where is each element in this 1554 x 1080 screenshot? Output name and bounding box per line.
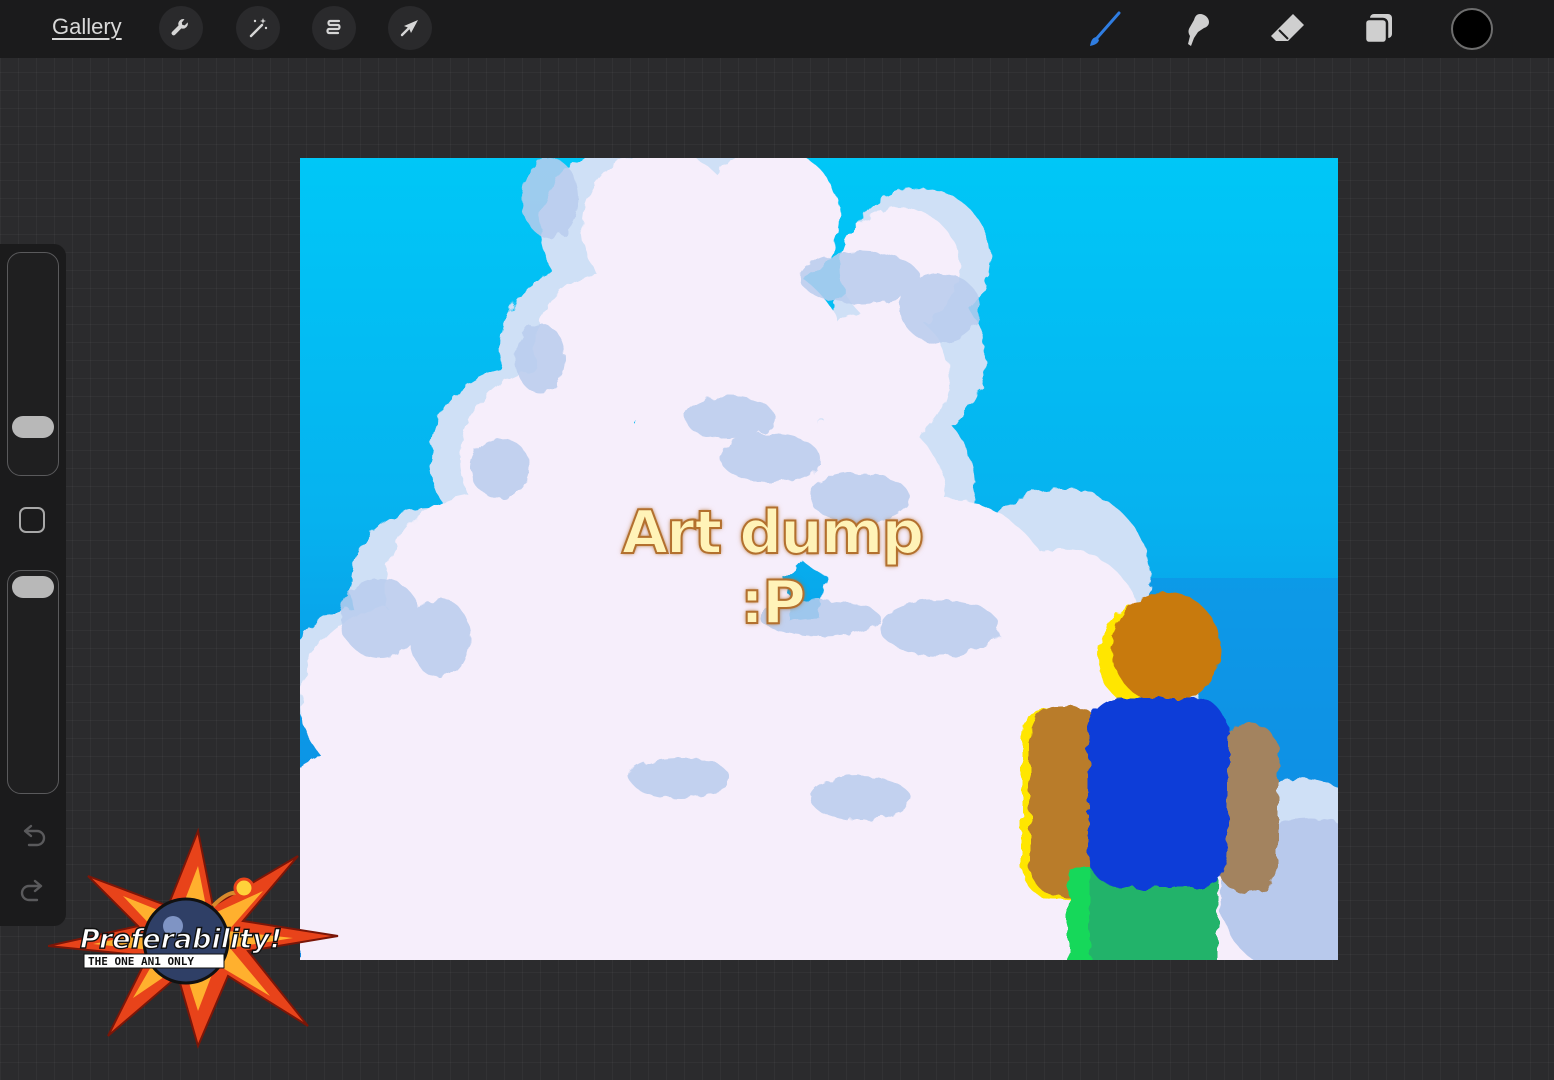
- wrench-icon: [171, 19, 188, 36]
- transform-arrow-icon: [400, 20, 418, 37]
- eraser-icon: [1271, 14, 1304, 41]
- watermark-tagline: THE ONE AN1 ONLY: [88, 955, 194, 968]
- eraser-tool-button[interactable]: [1267, 8, 1309, 50]
- brush-size-slider[interactable]: [7, 252, 59, 476]
- opacity-slider[interactable]: [7, 570, 59, 794]
- transform-button[interactable]: [388, 6, 432, 50]
- gallery-button[interactable]: Gallery: [52, 14, 122, 40]
- selection-icon: [326, 19, 341, 35]
- modify-button[interactable]: [19, 507, 45, 533]
- actions-button[interactable]: [159, 6, 203, 50]
- smudge-icon: [1188, 14, 1209, 46]
- undo-icon[interactable]: [17, 823, 49, 851]
- selection-button[interactable]: [312, 6, 356, 50]
- drawing-canvas[interactable]: Art dump :P: [300, 158, 1338, 960]
- left-sidebar: [0, 244, 66, 926]
- magic-wand-icon: [249, 18, 268, 38]
- explosion-logo: Preferability! THE ONE AN1 ONLY: [47, 827, 339, 1049]
- opacity-thumb[interactable]: [12, 576, 54, 598]
- brush-tool-button[interactable]: [1083, 8, 1125, 50]
- top-toolbar: Gallery: [0, 0, 1554, 58]
- redo-icon[interactable]: [17, 878, 49, 906]
- watermark-logo-text: Preferability!: [80, 924, 282, 955]
- layers-button[interactable]: [1359, 8, 1401, 50]
- brush-size-thumb[interactable]: [12, 416, 54, 438]
- color-picker-button[interactable]: [1451, 8, 1493, 50]
- adjustments-button[interactable]: [236, 6, 280, 50]
- layers-icon: [1363, 14, 1392, 45]
- canvas-title-text: Art dump :P: [621, 497, 926, 639]
- brush-icon: [1090, 11, 1121, 46]
- preferability-watermark: Preferability! THE ONE AN1 ONLY: [47, 826, 348, 1056]
- smudge-tool-button[interactable]: [1175, 8, 1217, 50]
